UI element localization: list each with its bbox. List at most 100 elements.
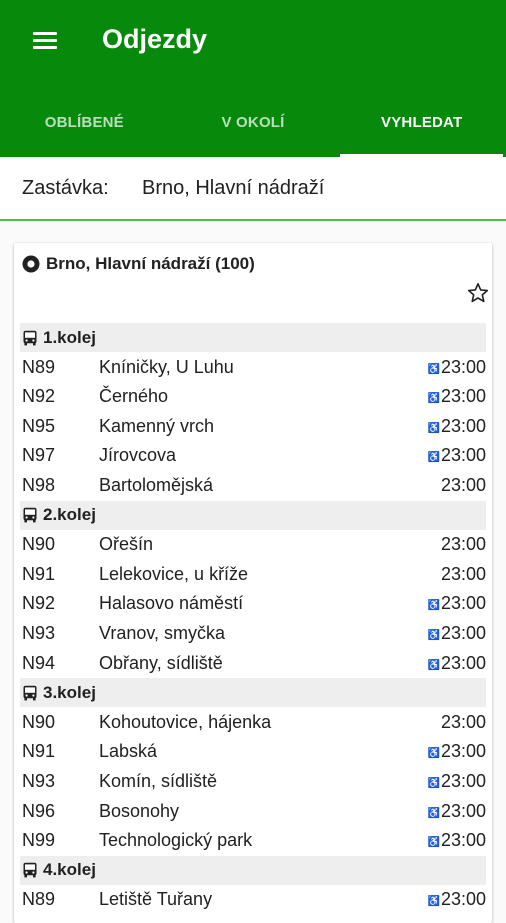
departure-row[interactable]: N93 Vranov, smyčka ♿23:00 — [20, 619, 486, 648]
departure-row[interactable]: N96 Bosonohy ♿23:00 — [20, 797, 486, 826]
wheelchair-icon: ♿ — [427, 630, 440, 641]
bus-icon — [23, 863, 37, 878]
line-number: N90 — [22, 534, 56, 555]
departure-row[interactable]: N99 Technologický park ♿23:00 — [20, 826, 486, 855]
time-value: 23:00 — [440, 889, 486, 910]
favorite-star-icon[interactable] — [466, 281, 490, 305]
departure-row[interactable]: N91 Lelekovice, u kříže 23:00 — [20, 560, 486, 589]
stop-label: Zastávka: — [22, 177, 109, 199]
time-value: 23:00 — [440, 623, 486, 643]
destination: Kamenný vrch — [99, 415, 215, 436]
destination: Halasovo náměstí — [99, 593, 244, 614]
departure-time: ♿23:00 — [428, 801, 487, 822]
platform-name: 4.kolej — [43, 860, 96, 880]
platform-header: 2.kolej — [20, 500, 486, 530]
app-bar: Odjezdy OBLÍBENÉ V OKOLÍ VYHLEDAT — [0, 0, 506, 157]
departure-row[interactable]: N97 Jírovcova ♿23:00 — [20, 441, 486, 470]
destination: Lelekovice, u kříže — [99, 563, 249, 584]
destination: Černého — [99, 386, 169, 407]
departure-time: ♿23:00 — [428, 593, 487, 614]
departure-time: ♿23:00 — [428, 386, 487, 407]
departure-time: 23:00 — [441, 712, 486, 733]
destination: Labská — [99, 741, 158, 762]
departure-row[interactable]: N98 Bartolomějská 23:00 — [20, 471, 486, 500]
departure-time: 23:00 — [441, 564, 486, 585]
destination: Kohoutovice, hájenka — [99, 711, 272, 732]
departure-time: ♿23:00 — [428, 830, 487, 851]
location-marker-icon — [22, 255, 40, 273]
departure-time: ♿23:00 — [428, 445, 487, 466]
bus-icon — [23, 507, 37, 523]
destination: Bosonohy — [99, 800, 180, 821]
stop-title: Brno, Hlavní nádraží (100) — [22, 254, 255, 274]
stop-title-text: Brno, Hlavní nádraží (100) — [46, 254, 255, 273]
time-value: 23:00 — [440, 356, 486, 377]
destination: Jírovcova — [99, 445, 177, 466]
time-value: 23:00 — [440, 563, 486, 584]
wheelchair-icon: ♿ — [427, 600, 440, 612]
platform-header: 3.kolej — [20, 678, 486, 708]
tab-nearby[interactable]: V OKOLÍ — [169, 92, 338, 152]
wheelchair-icon: ♿ — [427, 452, 440, 464]
time-value: 23:00 — [440, 771, 486, 791]
time-value: 23:00 — [440, 534, 486, 555]
departure-row[interactable]: N92 Halasovo náměstí ♿23:00 — [20, 589, 486, 618]
wheelchair-icon: ♿ — [427, 393, 440, 405]
wheelchair-icon: ♿ — [427, 837, 440, 849]
departure-row[interactable]: N95 Kamenný vrch ♿23:00 — [20, 412, 486, 441]
departure-time: ♿23:00 — [428, 416, 487, 437]
wheelchair-icon: ♿ — [427, 807, 440, 819]
line-number: N92 — [22, 593, 56, 614]
line-number: N91 — [22, 741, 56, 762]
line-number: N94 — [22, 652, 56, 673]
departure-row[interactable]: N90 Kohoutovice, hájenka 23:00 — [20, 708, 486, 737]
line-number: N89 — [22, 356, 56, 377]
destination: Obřany, sídliště — [99, 652, 223, 673]
line-number: N92 — [22, 386, 56, 407]
menu-icon[interactable] — [20, 26, 58, 56]
time-value: 23:00 — [440, 445, 486, 466]
bus-icon — [23, 330, 37, 345]
time-value: 23:00 — [440, 386, 486, 407]
time-value: 23:00 — [440, 830, 486, 851]
departure-time: ♿23:00 — [428, 771, 487, 792]
platform-name: 3.kolej — [43, 682, 96, 702]
departure-time: ♿23:00 — [428, 623, 487, 644]
departure-time: ♿23:00 — [428, 653, 487, 674]
departure-row[interactable]: N90 Ořešín 23:00 — [20, 530, 486, 559]
departure-row[interactable]: N89 Kníničky, U Luhu ♿23:00 — [20, 353, 486, 382]
time-value: 23:00 — [440, 415, 486, 436]
time-value: 23:00 — [440, 652, 486, 673]
platform-header: 1.kolej — [20, 323, 486, 352]
time-value: 23:00 — [440, 711, 486, 732]
line-number: N95 — [22, 415, 56, 436]
departure-row[interactable]: N93 Komín, sídliště ♿23:00 — [20, 767, 486, 796]
departure-row[interactable]: N91 Labská ♿23:00 — [20, 737, 486, 766]
departure-time: ♿23:00 — [428, 741, 487, 762]
tab-favorites[interactable]: OBLÍBENÉ — [0, 92, 169, 152]
platform-header: 4.kolej — [20, 855, 486, 885]
destination: Technologický park — [99, 830, 253, 851]
wheelchair-icon: ♿ — [427, 748, 440, 760]
line-number: N97 — [22, 445, 56, 466]
line-number: N90 — [22, 711, 56, 732]
line-number: N98 — [22, 475, 56, 495]
platform-name: 2.kolej — [43, 505, 96, 525]
tab-search[interactable]: VYHLEDAT — [337, 92, 506, 157]
wheelchair-icon: ♿ — [427, 896, 440, 908]
stop-input[interactable] — [142, 172, 482, 204]
line-number: N99 — [22, 830, 56, 851]
platform-name: 1.kolej — [43, 327, 96, 347]
time-value: 23:00 — [440, 593, 486, 614]
wheelchair-icon: ♿ — [427, 363, 440, 375]
departure-time: ♿23:00 — [428, 357, 487, 378]
wheelchair-icon: ♿ — [427, 659, 440, 671]
departure-row[interactable]: N92 Černého ♿23:00 — [20, 382, 486, 411]
destination: Kníničky, U Luhu — [99, 356, 234, 377]
wheelchair-icon: ♿ — [427, 778, 440, 789]
destination: Vranov, smyčka — [99, 623, 226, 643]
departure-row[interactable]: N94 Obřany, sídliště ♿23:00 — [20, 649, 486, 678]
line-number: N91 — [22, 563, 56, 584]
bus-icon — [23, 685, 37, 701]
wheelchair-icon: ♿ — [427, 422, 440, 434]
